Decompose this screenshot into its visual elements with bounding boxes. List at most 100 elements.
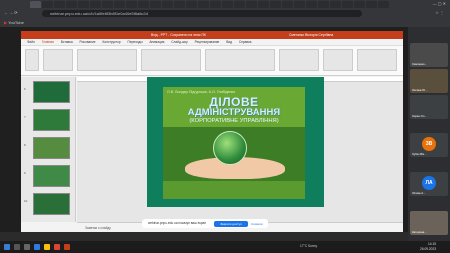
start-icon[interactable] bbox=[4, 244, 10, 250]
participant-tile[interactable]: ЛА Лісова А... bbox=[410, 172, 448, 196]
browser-tab[interactable] bbox=[114, 1, 125, 8]
browser-tab[interactable] bbox=[138, 1, 149, 8]
font-group[interactable] bbox=[77, 49, 137, 71]
ribbon-tab-view[interactable]: Вид bbox=[226, 39, 232, 46]
ribbon-tab-file[interactable]: Файл bbox=[27, 39, 35, 46]
browser-tab[interactable] bbox=[294, 1, 305, 8]
edge-icon[interactable] bbox=[34, 244, 40, 250]
book-cover-image: О.В. Бондар-Підгурська, А.О. Гнибіденко … bbox=[163, 87, 305, 199]
browser-tab[interactable] bbox=[354, 1, 365, 8]
browser-tab[interactable] bbox=[174, 1, 185, 8]
slide-number: 9 bbox=[24, 171, 26, 175]
browser-tab[interactable] bbox=[126, 1, 137, 8]
designer-button[interactable] bbox=[357, 49, 397, 71]
screen-share-banner: webinar.pnpu.edu.ua показує ваш екран За… bbox=[142, 219, 268, 228]
editing-group[interactable] bbox=[279, 49, 319, 71]
participant-name: Зорян Ол... bbox=[412, 114, 427, 118]
browser-tab[interactable] bbox=[234, 1, 245, 8]
slide-thumbnail[interactable] bbox=[33, 137, 70, 159]
browser-tab[interactable] bbox=[78, 1, 89, 8]
slide-thumbnail[interactable] bbox=[33, 165, 70, 187]
participant-avatar: ЗВ bbox=[422, 137, 436, 151]
browser-tab[interactable] bbox=[366, 1, 377, 8]
clock-date: 26.09.2023 bbox=[420, 246, 436, 251]
browser-tab[interactable] bbox=[210, 1, 221, 8]
system-clock[interactable]: 14:15 26.09.2023 bbox=[420, 242, 436, 251]
ribbon-tab-help[interactable]: Справка bbox=[239, 39, 252, 46]
browser-tab[interactable] bbox=[282, 1, 293, 8]
drawing-group[interactable] bbox=[205, 49, 275, 71]
ribbon-tab-draw[interactable]: Рисование bbox=[80, 39, 96, 46]
current-slide[interactable]: О.В. Бондар-Підгурська, А.О. Гнибіденко … bbox=[147, 77, 324, 207]
browser-tab[interactable] bbox=[150, 1, 161, 8]
search-icon[interactable] bbox=[14, 244, 20, 250]
browser-tab-bar: — ▢ ✕ bbox=[0, 0, 450, 8]
hide-banner-button[interactable]: Сховати bbox=[251, 221, 263, 227]
browser-tab[interactable] bbox=[330, 1, 341, 8]
powerpoint-icon[interactable] bbox=[64, 244, 70, 250]
participant-tile[interactable]: Зорян Ол... bbox=[410, 95, 448, 119]
task-view-icon[interactable] bbox=[24, 244, 30, 250]
ppt-document-title: Вхід - PPT - Сохранено на этом ПК bbox=[151, 33, 206, 37]
chrome-icon[interactable] bbox=[54, 244, 60, 250]
address-bar[interactable]: webinar.pnpu.edu.ua/c/b/1a5fe6f3b8f1e0a4… bbox=[42, 9, 362, 17]
browser-tab[interactable] bbox=[42, 1, 53, 8]
ppt-ribbon-tabs: Файл Главная Вставка Рисование Конструкт… bbox=[21, 39, 403, 47]
browser-tab[interactable] bbox=[342, 1, 353, 8]
youtube-icon: ▶ bbox=[4, 20, 8, 25]
paragraph-group[interactable] bbox=[141, 49, 201, 71]
browser-tab[interactable] bbox=[30, 1, 41, 8]
browser-tab[interactable] bbox=[198, 1, 209, 8]
ppt-user-name: Сметанко Вікторія Сергіївна bbox=[289, 33, 334, 37]
browser-tab[interactable] bbox=[186, 1, 197, 8]
browser-tab[interactable] bbox=[102, 1, 113, 8]
file-explorer-icon[interactable] bbox=[44, 244, 50, 250]
ribbon-tab-insert[interactable]: Вставка bbox=[61, 39, 73, 46]
participant-name: Оксана Ю... bbox=[412, 88, 428, 92]
ribbon-tab-design[interactable]: Конструктор bbox=[102, 39, 120, 46]
ribbon-tab-review[interactable]: Рецензирование bbox=[195, 39, 220, 46]
browser-tab[interactable] bbox=[378, 1, 389, 8]
cover-footer bbox=[163, 181, 305, 199]
browser-tab[interactable] bbox=[66, 1, 77, 8]
browser-tab[interactable] bbox=[222, 1, 233, 8]
address-row: ← → ⟳ webinar.pnpu.edu.ua/c/b/1a5fe6f3b8… bbox=[0, 8, 450, 18]
browser-tab[interactable] bbox=[54, 1, 65, 8]
participant-name: Катерина... bbox=[412, 230, 427, 234]
participant-name: Сметанко... bbox=[412, 62, 427, 66]
slide-thumbnail[interactable] bbox=[33, 81, 70, 103]
browser-tab[interactable] bbox=[270, 1, 281, 8]
slide-number: 7 bbox=[24, 115, 26, 119]
slide-thumbnail[interactable] bbox=[33, 193, 70, 215]
ppt-ribbon bbox=[21, 46, 403, 76]
nav-arrows-icon[interactable]: ← → ⟳ bbox=[4, 10, 18, 15]
window-controls[interactable]: — ▢ ✕ bbox=[433, 1, 446, 6]
dictate-button[interactable] bbox=[323, 49, 353, 71]
slide-thumbnails-pane: 6 7 8 9 10 bbox=[21, 77, 76, 222]
globe-illustration bbox=[213, 131, 247, 165]
participant-tile[interactable]: ЗВ Зубко Вік... bbox=[410, 133, 448, 157]
browser-tab[interactable] bbox=[162, 1, 173, 8]
participant-tile[interactable]: Сметанко... bbox=[410, 43, 448, 67]
ribbon-tab-animations[interactable]: Анимация bbox=[149, 39, 164, 46]
participant-tile[interactable]: Оксана Ю... bbox=[410, 69, 448, 93]
browser-tab[interactable] bbox=[246, 1, 257, 8]
weather-status: 17°C Sunny bbox=[300, 244, 318, 248]
browser-tab[interactable] bbox=[306, 1, 317, 8]
ribbon-tab-slideshow[interactable]: Слайд-шоу bbox=[171, 39, 188, 46]
slides-group[interactable] bbox=[43, 49, 73, 71]
stop-sharing-button[interactable]: Закрити доступ bbox=[214, 220, 248, 227]
cover-authors: О.В. Бондар-Підгурська, А.О. Гнибіденко bbox=[167, 90, 236, 94]
browser-tab[interactable] bbox=[318, 1, 329, 8]
browser-tab[interactable] bbox=[90, 1, 101, 8]
ribbon-tab-transitions[interactable]: Переходы bbox=[128, 39, 143, 46]
cover-subtitle: (КОРПОРАТИВНЕ УПРАВЛІННЯ) bbox=[189, 118, 279, 124]
shared-screen-status-strip bbox=[0, 232, 408, 241]
participant-tile[interactable]: Катерина... bbox=[410, 211, 448, 235]
paste-button[interactable] bbox=[25, 49, 39, 71]
share-message: webinar.pnpu.edu.ua показує ваш екран bbox=[148, 221, 207, 225]
bookmark-youtube[interactable]: YouTube bbox=[8, 20, 24, 25]
browser-menu-icon[interactable]: ☆ ⋮ bbox=[435, 10, 444, 15]
slide-thumbnail[interactable] bbox=[33, 109, 70, 131]
browser-tab[interactable] bbox=[258, 1, 269, 8]
